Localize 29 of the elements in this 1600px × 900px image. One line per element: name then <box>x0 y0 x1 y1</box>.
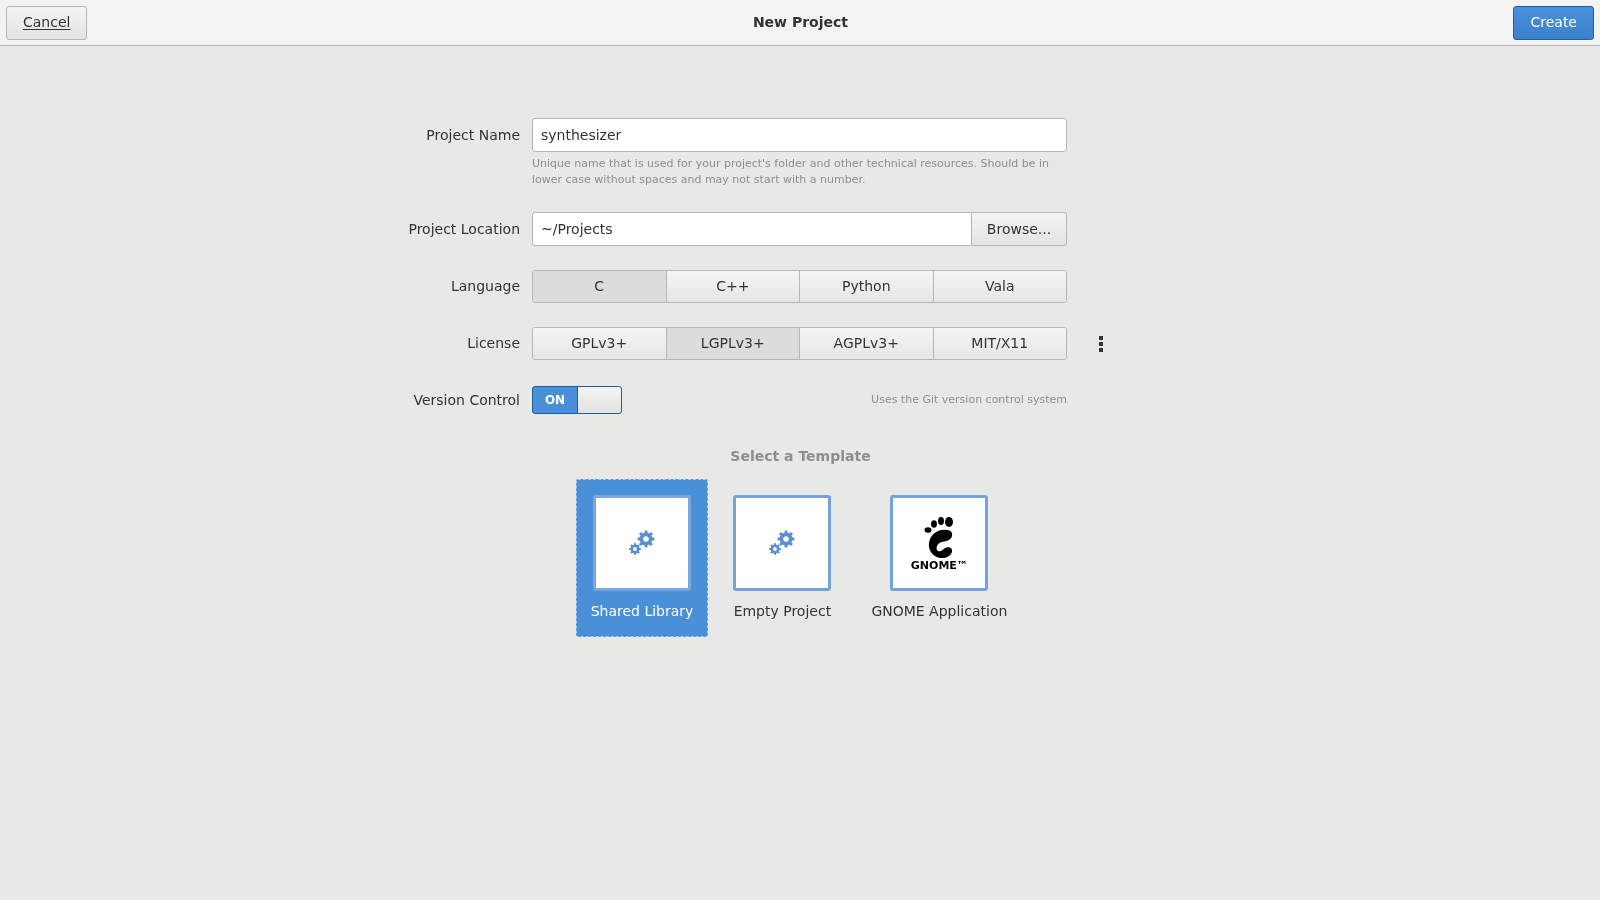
field-label: Version Control <box>412 390 520 410</box>
segment-button[interactable]: C++ <box>665 271 799 302</box>
segment-button[interactable]: AGPLv3+ <box>799 328 933 359</box>
logo-text: GNOME™ <box>910 559 968 571</box>
field-label: Language <box>449 277 520 296</box>
project-name-field[interactable]: synthesizer <box>532 118 1067 152</box>
segment-button[interactable]: MIT/X11 <box>932 328 1066 359</box>
project-location-field[interactable]: ~/Projects <box>532 212 972 246</box>
help-text: Unique name that is used for your project's folder and other technical resources. Should be in lower case without spaces and may not start with a number. <box>532 156 1050 188</box>
version-control-hint: Uses the Git version control system <box>871 391 1067 408</box>
more-options-icon[interactable] <box>1099 335 1103 352</box>
field-label: Project Location <box>407 219 520 239</box>
segment-button[interactable]: LGPLv3+ <box>665 328 799 359</box>
segment-button[interactable]: GPLv3+ <box>533 328 666 359</box>
template-tile[interactable]: GNOME™ GNOME Application <box>856 479 1023 637</box>
template-label: Shared Library <box>590 602 694 621</box>
segment-button[interactable]: C <box>533 271 666 302</box>
segment-button[interactable]: Vala <box>932 271 1066 302</box>
template-label: Empty Project <box>733 602 832 621</box>
segment-button[interactable]: Python <box>799 271 933 302</box>
template-label: GNOME Application <box>871 602 1008 621</box>
browse-button[interactable]: Browse... <box>972 212 1067 246</box>
cancel-button[interactable]: Cancel <box>6 5 88 40</box>
template-tile[interactable]: Empty Project <box>718 479 847 637</box>
section-title: Select a Template <box>730 447 871 466</box>
window-title: New Project <box>752 13 848 32</box>
field-label: Project Name <box>425 125 520 145</box>
create-button[interactable]: Create <box>1513 5 1594 40</box>
field-label: License <box>466 334 520 353</box>
